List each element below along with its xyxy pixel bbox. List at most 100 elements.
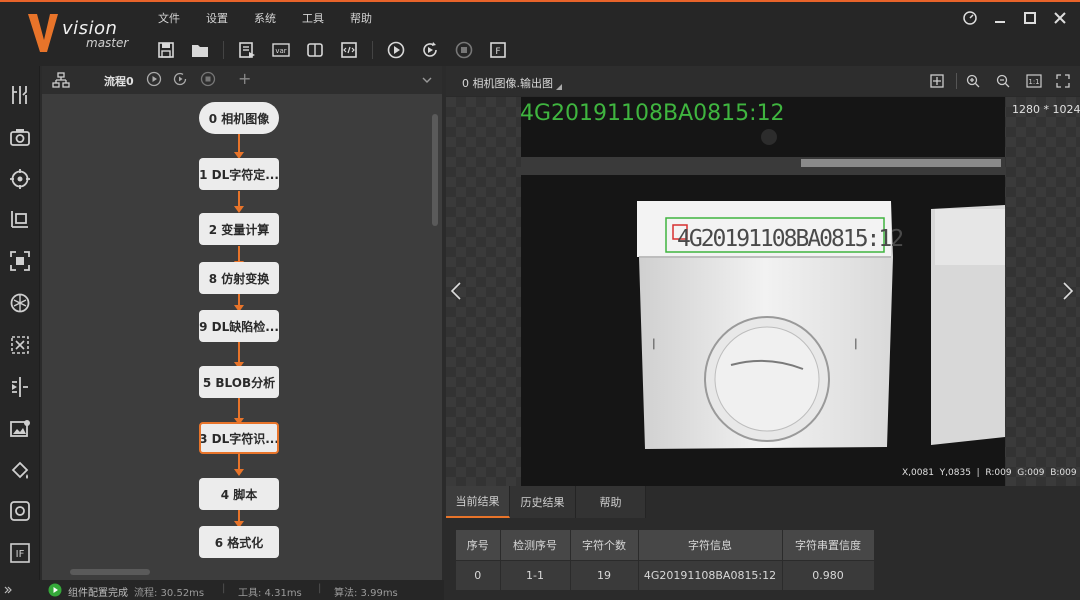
package-print-text: 4G20191108BA0815:12 (677, 226, 902, 252)
col-char-count[interactable]: 字符个数 (570, 530, 639, 560)
flow-node-dl-char-locate[interactable]: 1 DL字符定... (199, 158, 279, 190)
measure-icon[interactable] (9, 208, 31, 230)
script-icon[interactable] (338, 39, 360, 61)
svg-text:F: F (495, 47, 500, 57)
tool-rail: IF (0, 66, 40, 600)
flow-run-icon[interactable] (146, 71, 162, 87)
image-view-title[interactable]: 0 相机图像.输出图 (462, 75, 553, 91)
speed-icon[interactable] (962, 10, 978, 26)
flow-connector (238, 191, 240, 207)
maximize-icon[interactable] (1022, 10, 1038, 26)
open-folder-icon[interactable] (189, 39, 211, 61)
locate-icon[interactable] (9, 168, 31, 190)
next-image-icon[interactable] (1062, 281, 1074, 301)
recognition-icon[interactable] (9, 292, 31, 314)
col-char-info[interactable]: 字符信息 (638, 530, 783, 560)
dropdown-corner-icon[interactable] (556, 84, 562, 90)
logo-v-icon (28, 14, 58, 52)
status-divider: | (222, 583, 226, 594)
run-loop-icon[interactable] (419, 39, 441, 61)
image-canvas[interactable]: 4G20191108BA0815:12 ∣ ∣ 4G20191108BA0815… (446, 97, 1080, 486)
align-icon[interactable] (9, 376, 31, 398)
status-bar: 组件配置完成 流程: 30.52ms | 工具: 4.31ms | 算法: 3.… (0, 580, 444, 600)
toolbar-divider (223, 41, 224, 59)
stop-icon[interactable] (453, 39, 475, 61)
chevron-down-icon[interactable] (422, 76, 432, 84)
flow-horizontal-scrollbar[interactable] (70, 569, 150, 575)
save-icon[interactable] (155, 39, 177, 61)
header-divider (956, 73, 957, 89)
status-flow-time: 流程: 30.52ms (134, 588, 205, 599)
calibration-icon[interactable] (9, 334, 31, 356)
flow-tab-title[interactable]: 流程0 (104, 73, 134, 89)
cell-char-count: 19 (570, 559, 639, 590)
menu-bar: 文件 设置 系统 工具 帮助 (158, 10, 398, 28)
window-controls (962, 10, 1068, 26)
panel-icon[interactable] (304, 39, 326, 61)
defect-icon[interactable] (9, 500, 31, 522)
tab-current-results[interactable]: 当前结果 (446, 486, 510, 518)
image-process-icon[interactable] (9, 418, 31, 440)
flow-node-affine-transform[interactable]: 8 仿射变换 (199, 262, 279, 294)
flow-node-dl-char-recognize[interactable]: 3 DL字符识... (199, 422, 279, 454)
menu-file[interactable]: 文件 (158, 10, 180, 28)
image-view-panel: 0 相机图像.输出图 1:1 4G20191108BA0815:12 ∣ ∣ 4… (446, 66, 1080, 486)
flow-tree-icon[interactable] (52, 72, 70, 88)
table-row[interactable]: 0 1-1 19 4G20191108BA0815:12 0.980 (456, 559, 875, 590)
status-message: 组件配置完成 (68, 588, 128, 599)
roi-icon[interactable] (9, 250, 31, 272)
status-tool-time: 工具: 4.31ms (238, 588, 302, 599)
flow-vertical-scrollbar[interactable] (432, 114, 438, 226)
status-divider: | (318, 583, 322, 594)
actual-size-icon[interactable]: 1:1 (1026, 74, 1042, 88)
zoom-in-icon[interactable] (966, 74, 980, 88)
minimize-icon[interactable] (992, 10, 1008, 26)
flow-header: 流程0 + (42, 66, 442, 94)
flow-arrow (234, 469, 244, 476)
format-icon[interactable]: F (487, 39, 509, 61)
fullscreen-icon[interactable] (1056, 74, 1070, 88)
tools-icon[interactable] (9, 84, 31, 106)
toolbar: var F (155, 39, 521, 61)
run-list-icon[interactable] (236, 39, 258, 61)
flow-loop-icon[interactable] (172, 71, 188, 87)
flow-arrow (234, 206, 244, 213)
variable-icon[interactable]: var (270, 39, 292, 61)
ocr-result-overlay: 4G20191108BA0815:12 (520, 101, 785, 126)
fit-view-icon[interactable] (930, 74, 944, 88)
flow-node-variable-calc[interactable]: 2 变量计算 (199, 213, 279, 245)
flow-node-blob-analysis[interactable]: 5 BLOB分析 (199, 366, 279, 398)
pixel-info: X,0081 Y,0835 | R:009 G:009 B:009 (902, 468, 1077, 478)
color-icon[interactable] (9, 460, 31, 482)
previous-image-icon[interactable] (450, 281, 462, 301)
menu-system[interactable]: 系统 (254, 10, 276, 28)
flow-stop-icon[interactable] (200, 71, 216, 87)
camera-icon[interactable] (9, 126, 31, 148)
zoom-out-icon[interactable] (996, 74, 1010, 88)
col-index[interactable]: 序号 (456, 530, 501, 560)
flow-connector (238, 246, 240, 262)
tab-help[interactable]: 帮助 (576, 486, 646, 518)
logic-if-icon[interactable]: IF (9, 542, 31, 564)
cell-index: 0 (456, 559, 501, 590)
menu-tools[interactable]: 工具 (302, 10, 324, 28)
flow-connector (238, 342, 240, 363)
close-icon[interactable] (1052, 10, 1068, 26)
menu-help[interactable]: 帮助 (350, 10, 372, 28)
flow-node-script[interactable]: 4 脚本 (199, 478, 279, 510)
col-confidence[interactable]: 字符串置信度 (782, 530, 875, 560)
expand-arrows-icon[interactable] (4, 586, 12, 594)
cell-confidence: 0.980 (782, 559, 875, 590)
menu-settings[interactable]: 设置 (206, 10, 228, 28)
flow-node-camera-image[interactable]: 0 相机图像 (199, 102, 279, 134)
run-once-icon[interactable] (385, 39, 407, 61)
tab-history-results[interactable]: 历史结果 (510, 486, 576, 518)
package-side-mark-left: ∣ (651, 337, 657, 350)
flow-node-dl-defect-detect[interactable]: 9 DL缺陷检... (199, 310, 279, 342)
image-resolution: 1280 * 1024 (1012, 103, 1080, 116)
add-flow-button[interactable]: + (238, 69, 251, 88)
flow-node-format[interactable]: 6 格式化 (199, 526, 279, 558)
flow-canvas[interactable]: 0 相机图像 1 DL字符定... 2 变量计算 8 仿射变换 9 DL缺陷检.… (42, 94, 442, 580)
svg-text:1:1: 1:1 (1028, 78, 1039, 86)
col-detect-id[interactable]: 检测序号 (500, 530, 571, 560)
